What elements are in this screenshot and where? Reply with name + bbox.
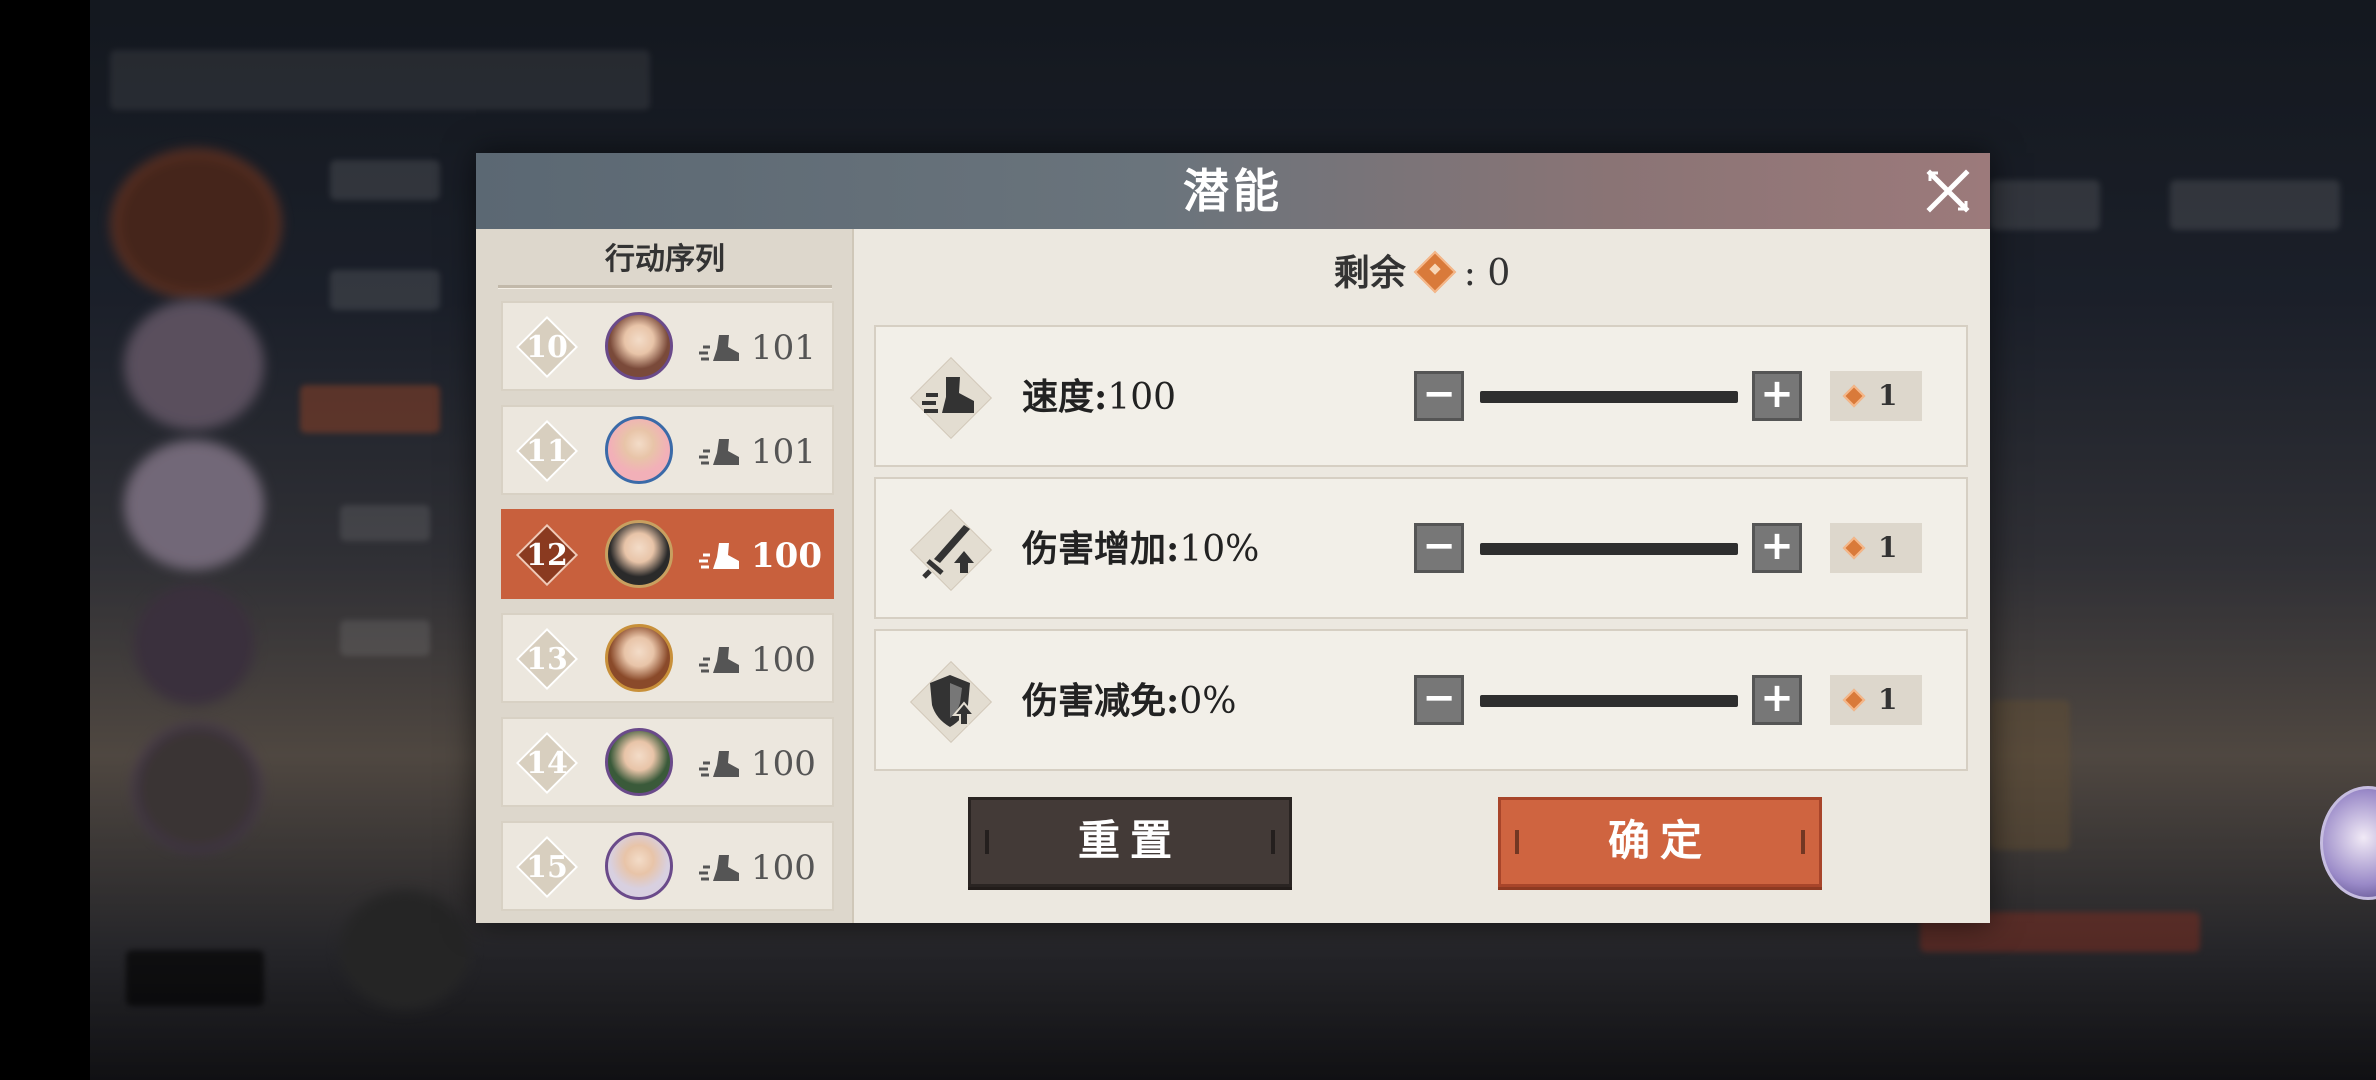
cost-value: 1 — [1878, 683, 1898, 716]
remaining-value: 0 — [1487, 253, 1511, 294]
stat-row: 伤害增加:10% − +1 — [874, 477, 1968, 619]
decrease-button[interactable]: − — [1414, 523, 1464, 573]
character-avatar-red-bandana — [605, 624, 673, 692]
stat-name: 伤害减免:0% — [1022, 680, 1237, 722]
dialog-title: 潜能 — [1183, 164, 1283, 218]
speed-value: 101 — [751, 328, 816, 368]
potential-dialog: 潜能 行动序列 10 101 11 101 12 100 13 100 14 100 15 100 剩… — [476, 153, 1990, 923]
rank-number: 11 — [526, 434, 568, 469]
increase-button[interactable]: + — [1752, 371, 1802, 421]
rank-number: 13 — [526, 642, 568, 677]
increase-button[interactable]: + — [1752, 675, 1802, 725]
potential-gem-icon — [1413, 250, 1456, 294]
action-sequence-row[interactable]: 15 100 — [501, 821, 834, 911]
divider — [498, 285, 832, 289]
speed-boot-icon — [699, 749, 741, 781]
remaining-points: 剩余: 0 — [854, 249, 1990, 297]
reset-button-label: 重置 — [1077, 816, 1182, 865]
shield-up-icon — [909, 660, 993, 744]
stat-name: 伤害增加:10% — [1022, 528, 1260, 570]
character-avatar-pink-hair-blue-frame — [605, 416, 673, 484]
speed-value: 100 — [751, 744, 816, 784]
confirm-button[interactable]: 确定 — [1498, 797, 1822, 887]
boot-speed-icon — [909, 356, 993, 440]
potential-panel: 剩余: 0 速度:100− +1 伤害增加:10% − +1 伤害减免:0% − +1 重置 … — [854, 229, 1990, 923]
action-sequence-row[interactable]: 14 100 — [501, 717, 834, 807]
rank-number: 12 — [526, 538, 568, 573]
increase-button[interactable]: + — [1752, 523, 1802, 573]
speed-boot-icon — [699, 333, 741, 365]
reset-button[interactable]: 重置 — [968, 797, 1292, 887]
sword-up-icon — [909, 508, 993, 592]
decrease-button[interactable]: − — [1414, 675, 1464, 725]
speed-value: 100 — [751, 640, 816, 680]
action-sequence-row[interactable]: 10 101 — [501, 301, 834, 391]
stat-row: 速度:100 − +1 — [874, 325, 1968, 467]
speed-boot-icon — [699, 437, 741, 469]
remaining-separator: : — [1463, 253, 1488, 294]
close-icon[interactable] — [1924, 167, 1972, 215]
rank-number: 10 — [526, 330, 568, 365]
stat-cost: 1 — [1830, 523, 1922, 573]
cost-value: 1 — [1878, 379, 1898, 412]
cost-value: 1 — [1878, 531, 1898, 564]
decrease-button[interactable]: − — [1414, 371, 1464, 421]
character-avatar-green-hair — [605, 728, 673, 796]
stat-slider-track[interactable] — [1480, 695, 1738, 707]
potential-gem-icon — [1842, 536, 1866, 560]
speed-boot-icon — [699, 645, 741, 677]
action-sequence-row[interactable]: 11 101 — [501, 405, 834, 495]
stat-cost: 1 — [1830, 371, 1922, 421]
speed-value: 100 — [751, 536, 822, 576]
speed-value: 100 — [751, 848, 816, 888]
action-sequence-row[interactable]: 12 100 — [501, 509, 834, 599]
potential-gem-icon — [1842, 384, 1866, 408]
speed-boot-icon — [699, 541, 741, 573]
speed-value: 101 — [751, 432, 816, 472]
speed-boot-icon — [699, 853, 741, 885]
rank-number: 15 — [526, 850, 568, 885]
action-sequence-panel: 行动序列 10 101 11 101 12 100 13 100 14 100 15 100 — [476, 229, 854, 923]
rank-number: 14 — [526, 746, 568, 781]
stat-slider-track[interactable] — [1480, 391, 1738, 403]
potential-gem-icon — [1842, 688, 1866, 712]
action-sequence-row[interactable]: 13 100 — [501, 613, 834, 703]
stat-row: 伤害减免:0% − +1 — [874, 629, 1968, 771]
character-avatar-dark-hair-purple-frame — [605, 312, 673, 380]
stat-slider-track[interactable] — [1480, 543, 1738, 555]
character-avatar-silver-hair — [605, 832, 673, 900]
action-sequence-title: 行动序列 — [605, 242, 725, 277]
remaining-label: 剩余 — [1333, 252, 1406, 294]
stat-name: 速度:100 — [1022, 376, 1177, 418]
stat-cost: 1 — [1830, 675, 1922, 725]
confirm-button-label: 确定 — [1607, 816, 1712, 865]
character-avatar-officer-cap — [605, 520, 673, 588]
